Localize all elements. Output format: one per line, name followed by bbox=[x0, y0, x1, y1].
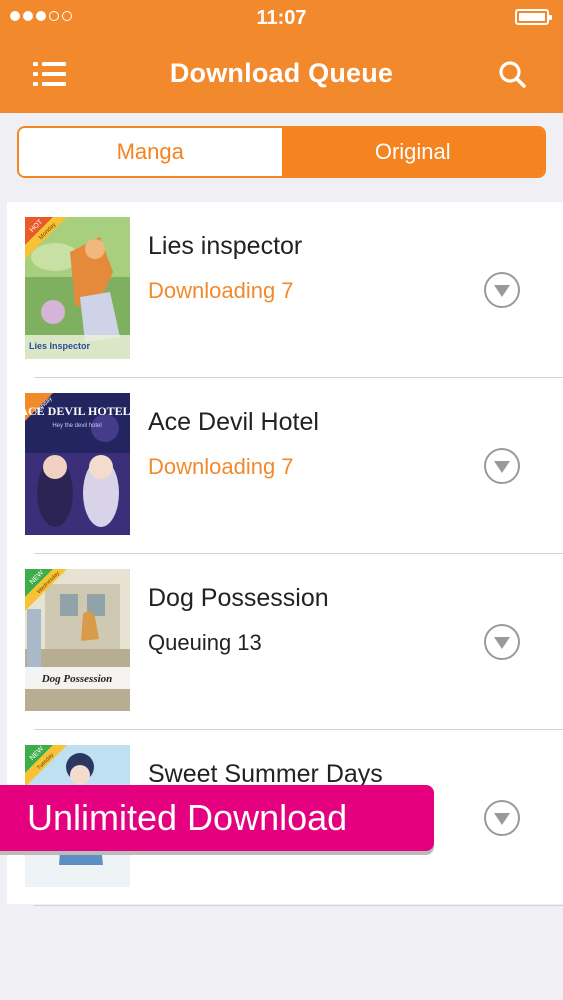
list-item[interactable]: HOT Monday Lies Inspector Lies inspector… bbox=[7, 202, 563, 378]
chevron-down-icon[interactable] bbox=[482, 622, 522, 662]
list-item[interactable]: NEW Wednesday Dog Possession Dog Possess… bbox=[7, 554, 563, 730]
cover-image: NEW Wednesday Dog Possession bbox=[25, 569, 130, 711]
list-item[interactable]: ACE DEVIL HOTEL Hey the devil hotel Mond… bbox=[7, 378, 563, 554]
chevron-down-icon[interactable] bbox=[482, 270, 522, 310]
cover-title-text: Dog Possession bbox=[41, 673, 113, 685]
row-divider bbox=[34, 905, 563, 906]
chevron-down-icon[interactable] bbox=[482, 446, 522, 486]
cover-image: HOT Monday Lies Inspector bbox=[25, 217, 130, 359]
segmented-control: Manga Original bbox=[17, 126, 546, 178]
cover-title-text: Lies Inspector bbox=[29, 341, 91, 351]
search-icon[interactable] bbox=[496, 58, 530, 92]
cover-image: ACE DEVIL HOTEL Hey the devil hotel Mond… bbox=[25, 393, 130, 535]
status-bar: 11:07 bbox=[0, 0, 563, 36]
status-time: 11:07 bbox=[256, 7, 307, 29]
chevron-down-icon[interactable] bbox=[482, 798, 522, 838]
item-status: Downloading 7 bbox=[148, 454, 294, 479]
item-title: Ace Devil Hotel bbox=[148, 408, 319, 436]
item-title: Lies inspector bbox=[148, 232, 303, 260]
page-title: Download Queue bbox=[169, 58, 394, 88]
item-status: Queuing 13 bbox=[148, 630, 262, 655]
item-status: Downloading 7 bbox=[148, 278, 294, 303]
promo-banner: Unlimited Download bbox=[0, 785, 434, 851]
tab-original[interactable]: Original bbox=[281, 128, 544, 176]
tab-manga[interactable]: Manga bbox=[19, 128, 282, 176]
cover-subtitle-text: Hey the devil hotel bbox=[52, 423, 101, 429]
item-title: Dog Possession bbox=[148, 584, 329, 612]
navigation-bar: 11:07 Download Queue bbox=[0, 0, 563, 113]
battery-icon bbox=[515, 9, 552, 25]
